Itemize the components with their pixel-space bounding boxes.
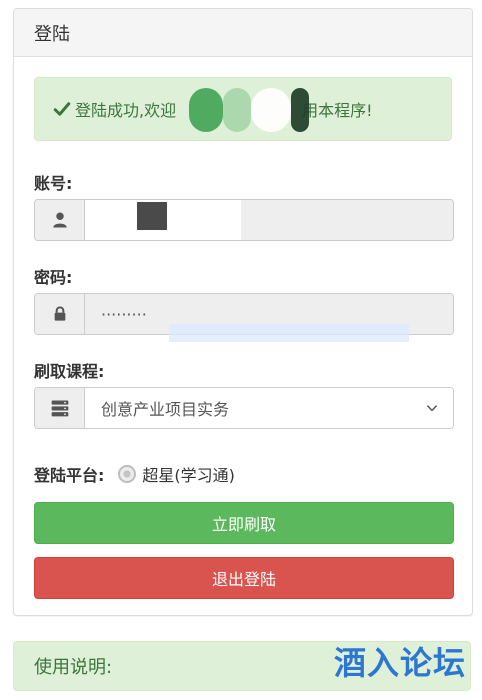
logout-button[interactable]: 退出登陆 bbox=[34, 557, 454, 599]
account-redaction bbox=[137, 202, 167, 230]
platform-option-label[interactable]: 超星(学习通) bbox=[142, 462, 235, 486]
panel-title: 登陆 bbox=[34, 23, 70, 45]
course-selected-value: 创意产业项目实务 bbox=[101, 400, 230, 419]
redaction-mark bbox=[291, 88, 309, 132]
alert-message-end: 用本程序! bbox=[302, 101, 373, 120]
server-icon bbox=[51, 400, 68, 417]
logout-button-label: 退出登陆 bbox=[211, 570, 276, 589]
start-button-label: 立即刷取 bbox=[211, 515, 276, 534]
redaction-mark bbox=[223, 88, 251, 132]
watermark: 酒入论坛 bbox=[333, 644, 466, 682]
course-addon bbox=[35, 388, 85, 428]
password-addon bbox=[35, 294, 85, 334]
course-select[interactable]: 创意产业项目实务 bbox=[34, 387, 454, 429]
alert-message-start: 登陆成功,欢迎 bbox=[75, 101, 177, 120]
account-addon bbox=[35, 200, 85, 240]
password-label: 密码: bbox=[34, 268, 73, 287]
redaction-mark bbox=[189, 88, 223, 132]
success-alert: 登陆成功,欢迎 用本程序! bbox=[34, 77, 452, 141]
password-redaction bbox=[169, 324, 409, 342]
account-field[interactable] bbox=[85, 200, 453, 240]
redaction-mark bbox=[251, 88, 291, 132]
login-panel: 登陆 登陆成功,欢迎 用本程序! 账号: 密码: ········· 刷取课程:… bbox=[13, 8, 473, 616]
chevron-down-icon[interactable] bbox=[425, 401, 439, 415]
panel-header: 登陆 bbox=[14, 9, 472, 57]
check-icon bbox=[53, 102, 71, 116]
account-label: 账号: bbox=[34, 174, 73, 193]
start-button[interactable]: 立即刷取 bbox=[34, 502, 454, 544]
account-input-group bbox=[34, 199, 454, 241]
platform-radio[interactable] bbox=[118, 465, 137, 483]
platform-label: 登陆平台: bbox=[34, 466, 105, 485]
password-value: ········· bbox=[101, 304, 147, 324]
course-select-field[interactable]: 创意产业项目实务 bbox=[85, 388, 453, 428]
platform-row: 登陆平台: 超星(学习通) bbox=[34, 462, 235, 486]
lock-icon bbox=[54, 306, 65, 321]
user-icon bbox=[52, 212, 67, 228]
course-label: 刷取课程: bbox=[34, 362, 105, 381]
instructions-title: 使用说明: bbox=[34, 657, 113, 678]
